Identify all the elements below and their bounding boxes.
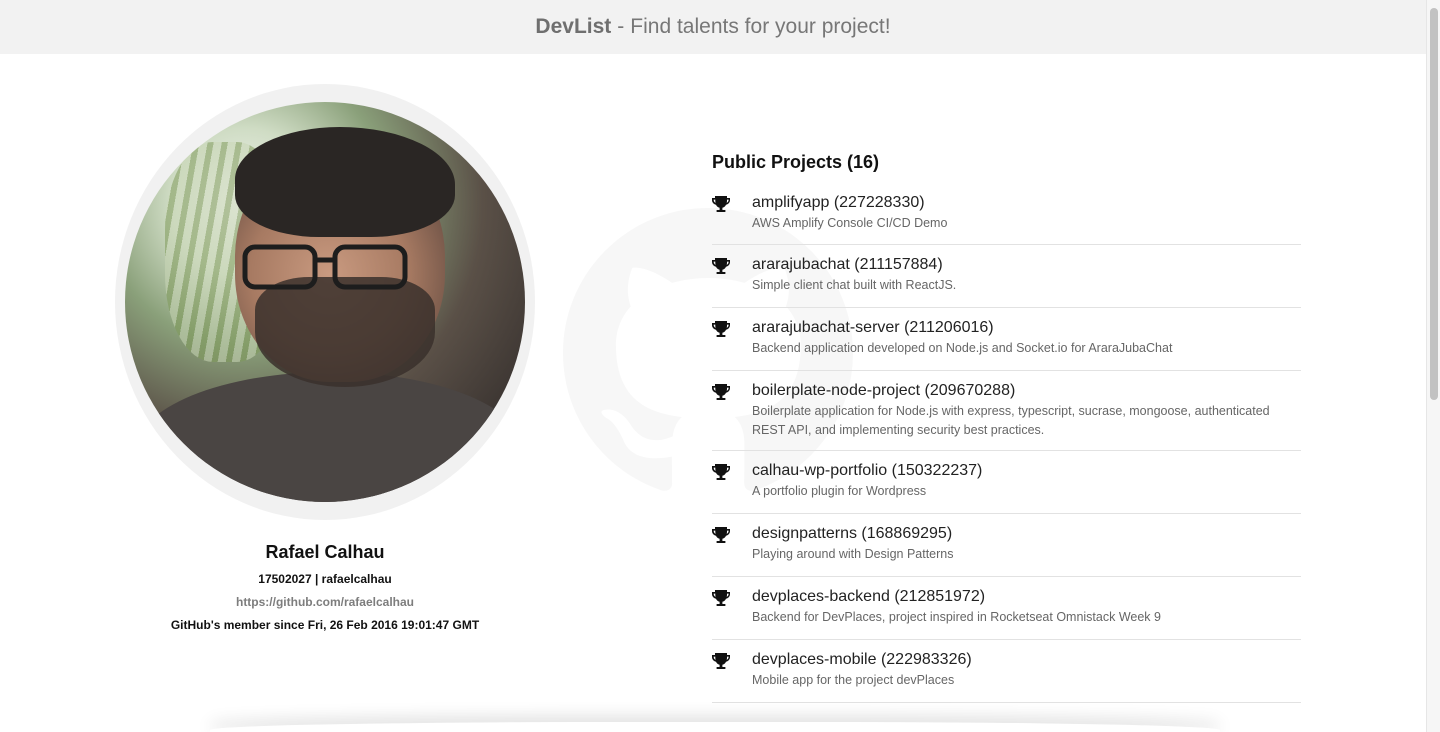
- project-description: Backend application developed on Node.js…: [752, 341, 1173, 355]
- trophy-icon: [712, 255, 752, 297]
- project-item[interactable]: designpatterns (168869295) Playing around…: [712, 514, 1301, 577]
- header-separator: -: [617, 15, 625, 38]
- app-header: DevList - Find talents for your project!: [0, 0, 1426, 54]
- project-item[interactable]: calhau-wp-portfolio (150322237) A portfol…: [712, 451, 1301, 514]
- projects-list: Public Projects (16) amplifyapp (2272283…: [712, 152, 1301, 703]
- profile-name: Rafael Calhau: [265, 542, 385, 562]
- project-item[interactable]: devplaces-backend (212851972) Backend for…: [712, 577, 1301, 640]
- project-description: Boilerplate application for Node.js with…: [752, 404, 1270, 437]
- trophy-icon: [712, 461, 752, 503]
- project-item[interactable]: amplifyapp (227228330) AWS Amplify Consol…: [712, 193, 1301, 245]
- profile-member-since: GitHub's member since Fri, 26 Feb 2016 1…: [170, 618, 480, 632]
- project-title[interactable]: boilerplate-node-project (209670288): [752, 381, 1301, 401]
- project-description: Playing around with Design Patterns: [752, 547, 954, 561]
- profile-id-login: 17502027 | rafaelcalhau: [258, 572, 392, 586]
- project-item[interactable]: boilerplate-node-project (209670288) Boil…: [712, 371, 1301, 451]
- trophy-icon: [712, 587, 752, 629]
- profile-github-link[interactable]: https://github.com/rafaelcalhau: [236, 595, 414, 609]
- brand-title[interactable]: DevList: [535, 15, 611, 39]
- project-title[interactable]: devplaces-backend (212851972): [752, 587, 1301, 607]
- project-title[interactable]: ararajubachat-server (211206016): [752, 318, 1301, 338]
- project-item[interactable]: devplaces-mobile (222983326) Mobile app f…: [712, 640, 1301, 703]
- scrollbar-thumb[interactable]: [1430, 8, 1438, 400]
- page-scrollbar[interactable]: [1426, 0, 1440, 732]
- trophy-icon: [712, 318, 752, 360]
- project-title[interactable]: devplaces-mobile (222983326): [752, 650, 1301, 670]
- projects-heading: Public Projects (16): [712, 152, 880, 172]
- project-title[interactable]: designpatterns (168869295): [752, 524, 1301, 544]
- project-description: Simple client chat built with ReactJS.: [752, 278, 957, 292]
- trophy-icon: [712, 650, 752, 692]
- bottom-panel-edge: [210, 722, 1220, 732]
- project-description: Backend for DevPlaces, project inspired …: [752, 610, 1161, 624]
- project-title[interactable]: ararajubachat (211157884): [752, 255, 1301, 275]
- avatar-frame: [115, 84, 535, 520]
- profile-card: Rafael Calhau 17502027 | rafaelcalhau ht…: [115, 84, 535, 632]
- project-title[interactable]: amplifyapp (227228330): [752, 193, 1301, 213]
- avatar: [125, 102, 525, 502]
- header-tagline: Find talents for your project!: [630, 15, 891, 38]
- trophy-icon: [712, 381, 752, 440]
- project-item[interactable]: ararajubachat (211157884) Simple client c…: [712, 245, 1301, 308]
- project-item[interactable]: ararajubachat-server (211206016) Backend …: [712, 308, 1301, 371]
- project-description: AWS Amplify Console CI/CD Demo: [752, 216, 948, 230]
- project-description: Mobile app for the project devPlaces: [752, 673, 955, 687]
- trophy-icon: [712, 524, 752, 566]
- trophy-icon: [712, 193, 752, 234]
- project-title[interactable]: calhau-wp-portfolio (150322237): [752, 461, 1301, 481]
- project-description: A portfolio plugin for Wordpress: [752, 484, 927, 498]
